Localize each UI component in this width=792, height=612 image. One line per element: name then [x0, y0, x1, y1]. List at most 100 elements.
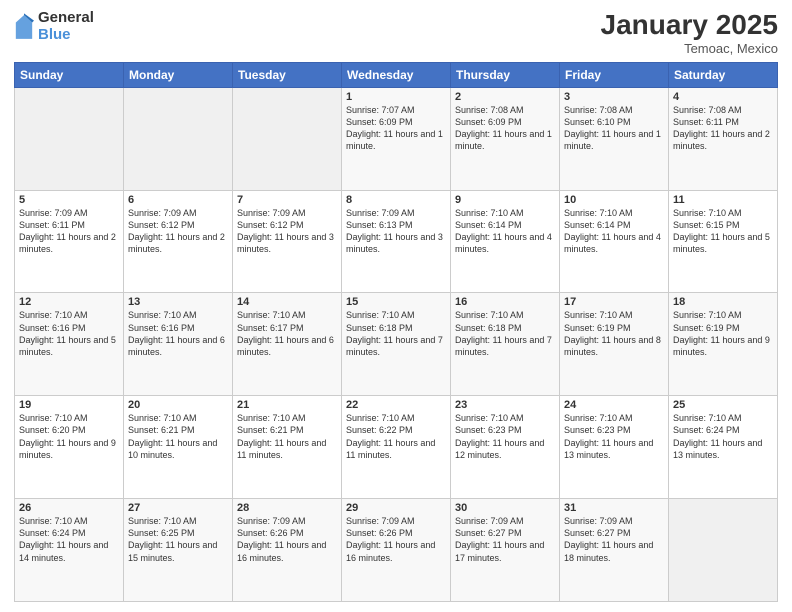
page: General Blue January 2025 Temoac, Mexico… [0, 0, 792, 612]
day-number: 17 [564, 296, 664, 308]
day-number: 14 [237, 296, 337, 308]
logo-blue-text: Blue [38, 27, 94, 44]
calendar-cell: 19Sunrise: 7:10 AM Sunset: 6:20 PM Dayli… [15, 396, 124, 499]
day-info: Sunrise: 7:10 AM Sunset: 6:18 PM Dayligh… [346, 309, 446, 358]
calendar-cell: 13Sunrise: 7:10 AM Sunset: 6:16 PM Dayli… [124, 293, 233, 396]
day-info: Sunrise: 7:09 AM Sunset: 6:26 PM Dayligh… [346, 515, 446, 564]
calendar-cell: 15Sunrise: 7:10 AM Sunset: 6:18 PM Dayli… [342, 293, 451, 396]
calendar-cell [124, 87, 233, 190]
col-thursday: Thursday [451, 62, 560, 87]
day-number: 28 [237, 502, 337, 514]
day-info: Sunrise: 7:10 AM Sunset: 6:14 PM Dayligh… [455, 207, 555, 256]
week-row-4: 19Sunrise: 7:10 AM Sunset: 6:20 PM Dayli… [15, 396, 778, 499]
calendar-cell [233, 87, 342, 190]
week-row-1: 1Sunrise: 7:07 AM Sunset: 6:09 PM Daylig… [15, 87, 778, 190]
day-info: Sunrise: 7:10 AM Sunset: 6:14 PM Dayligh… [564, 207, 664, 256]
day-info: Sunrise: 7:07 AM Sunset: 6:09 PM Dayligh… [346, 104, 446, 153]
day-info: Sunrise: 7:08 AM Sunset: 6:10 PM Dayligh… [564, 104, 664, 153]
calendar-cell: 12Sunrise: 7:10 AM Sunset: 6:16 PM Dayli… [15, 293, 124, 396]
day-info: Sunrise: 7:10 AM Sunset: 6:21 PM Dayligh… [128, 412, 228, 461]
day-info: Sunrise: 7:10 AM Sunset: 6:25 PM Dayligh… [128, 515, 228, 564]
day-info: Sunrise: 7:09 AM Sunset: 6:12 PM Dayligh… [237, 207, 337, 256]
location: Temoac, Mexico [601, 41, 778, 56]
day-number: 26 [19, 502, 119, 514]
day-number: 3 [564, 91, 664, 103]
day-number: 2 [455, 91, 555, 103]
day-info: Sunrise: 7:10 AM Sunset: 6:16 PM Dayligh… [128, 309, 228, 358]
day-info: Sunrise: 7:08 AM Sunset: 6:11 PM Dayligh… [673, 104, 773, 153]
week-row-2: 5Sunrise: 7:09 AM Sunset: 6:11 PM Daylig… [15, 190, 778, 293]
calendar-cell: 18Sunrise: 7:10 AM Sunset: 6:19 PM Dayli… [669, 293, 778, 396]
day-number: 23 [455, 399, 555, 411]
calendar-cell: 23Sunrise: 7:10 AM Sunset: 6:23 PM Dayli… [451, 396, 560, 499]
day-number: 4 [673, 91, 773, 103]
day-number: 24 [564, 399, 664, 411]
calendar-cell: 17Sunrise: 7:10 AM Sunset: 6:19 PM Dayli… [560, 293, 669, 396]
day-info: Sunrise: 7:10 AM Sunset: 6:23 PM Dayligh… [455, 412, 555, 461]
calendar-cell: 27Sunrise: 7:10 AM Sunset: 6:25 PM Dayli… [124, 499, 233, 602]
calendar-cell: 26Sunrise: 7:10 AM Sunset: 6:24 PM Dayli… [15, 499, 124, 602]
header: General Blue January 2025 Temoac, Mexico [14, 10, 778, 56]
week-row-5: 26Sunrise: 7:10 AM Sunset: 6:24 PM Dayli… [15, 499, 778, 602]
day-number: 22 [346, 399, 446, 411]
calendar-cell: 14Sunrise: 7:10 AM Sunset: 6:17 PM Dayli… [233, 293, 342, 396]
col-saturday: Saturday [669, 62, 778, 87]
day-number: 13 [128, 296, 228, 308]
calendar-cell: 21Sunrise: 7:10 AM Sunset: 6:21 PM Dayli… [233, 396, 342, 499]
day-number: 9 [455, 194, 555, 206]
header-row: Sunday Monday Tuesday Wednesday Thursday… [15, 62, 778, 87]
day-info: Sunrise: 7:10 AM Sunset: 6:24 PM Dayligh… [19, 515, 119, 564]
day-info: Sunrise: 7:10 AM Sunset: 6:24 PM Dayligh… [673, 412, 773, 461]
day-number: 6 [128, 194, 228, 206]
logo-general-text: General [38, 10, 94, 27]
calendar-cell: 31Sunrise: 7:09 AM Sunset: 6:27 PM Dayli… [560, 499, 669, 602]
day-info: Sunrise: 7:09 AM Sunset: 6:27 PM Dayligh… [455, 515, 555, 564]
day-number: 10 [564, 194, 664, 206]
title-section: January 2025 Temoac, Mexico [601, 10, 778, 56]
col-sunday: Sunday [15, 62, 124, 87]
calendar-cell: 28Sunrise: 7:09 AM Sunset: 6:26 PM Dayli… [233, 499, 342, 602]
logo-text: General Blue [38, 10, 94, 43]
calendar-cell: 24Sunrise: 7:10 AM Sunset: 6:23 PM Dayli… [560, 396, 669, 499]
day-info: Sunrise: 7:10 AM Sunset: 6:16 PM Dayligh… [19, 309, 119, 358]
logo-icon [14, 13, 34, 41]
calendar-cell: 6Sunrise: 7:09 AM Sunset: 6:12 PM Daylig… [124, 190, 233, 293]
day-number: 31 [564, 502, 664, 514]
day-number: 20 [128, 399, 228, 411]
calendar-cell: 2Sunrise: 7:08 AM Sunset: 6:09 PM Daylig… [451, 87, 560, 190]
calendar-cell: 22Sunrise: 7:10 AM Sunset: 6:22 PM Dayli… [342, 396, 451, 499]
day-number: 21 [237, 399, 337, 411]
day-number: 15 [346, 296, 446, 308]
day-number: 30 [455, 502, 555, 514]
week-row-3: 12Sunrise: 7:10 AM Sunset: 6:16 PM Dayli… [15, 293, 778, 396]
day-info: Sunrise: 7:10 AM Sunset: 6:18 PM Dayligh… [455, 309, 555, 358]
calendar-cell: 5Sunrise: 7:09 AM Sunset: 6:11 PM Daylig… [15, 190, 124, 293]
day-number: 12 [19, 296, 119, 308]
day-number: 1 [346, 91, 446, 103]
calendar-cell: 3Sunrise: 7:08 AM Sunset: 6:10 PM Daylig… [560, 87, 669, 190]
calendar-cell: 25Sunrise: 7:10 AM Sunset: 6:24 PM Dayli… [669, 396, 778, 499]
day-number: 27 [128, 502, 228, 514]
calendar-cell: 29Sunrise: 7:09 AM Sunset: 6:26 PM Dayli… [342, 499, 451, 602]
calendar-cell: 11Sunrise: 7:10 AM Sunset: 6:15 PM Dayli… [669, 190, 778, 293]
calendar-cell: 20Sunrise: 7:10 AM Sunset: 6:21 PM Dayli… [124, 396, 233, 499]
day-number: 18 [673, 296, 773, 308]
calendar-cell: 10Sunrise: 7:10 AM Sunset: 6:14 PM Dayli… [560, 190, 669, 293]
month-title: January 2025 [601, 10, 778, 41]
col-tuesday: Tuesday [233, 62, 342, 87]
day-info: Sunrise: 7:08 AM Sunset: 6:09 PM Dayligh… [455, 104, 555, 153]
day-info: Sunrise: 7:10 AM Sunset: 6:22 PM Dayligh… [346, 412, 446, 461]
day-info: Sunrise: 7:09 AM Sunset: 6:12 PM Dayligh… [128, 207, 228, 256]
logo: General Blue [14, 10, 94, 43]
calendar-cell: 30Sunrise: 7:09 AM Sunset: 6:27 PM Dayli… [451, 499, 560, 602]
day-info: Sunrise: 7:10 AM Sunset: 6:17 PM Dayligh… [237, 309, 337, 358]
day-info: Sunrise: 7:09 AM Sunset: 6:13 PM Dayligh… [346, 207, 446, 256]
day-info: Sunrise: 7:10 AM Sunset: 6:23 PM Dayligh… [564, 412, 664, 461]
day-info: Sunrise: 7:10 AM Sunset: 6:19 PM Dayligh… [564, 309, 664, 358]
calendar-cell: 9Sunrise: 7:10 AM Sunset: 6:14 PM Daylig… [451, 190, 560, 293]
day-info: Sunrise: 7:09 AM Sunset: 6:27 PM Dayligh… [564, 515, 664, 564]
day-info: Sunrise: 7:10 AM Sunset: 6:21 PM Dayligh… [237, 412, 337, 461]
day-number: 25 [673, 399, 773, 411]
day-number: 11 [673, 194, 773, 206]
calendar-cell [15, 87, 124, 190]
